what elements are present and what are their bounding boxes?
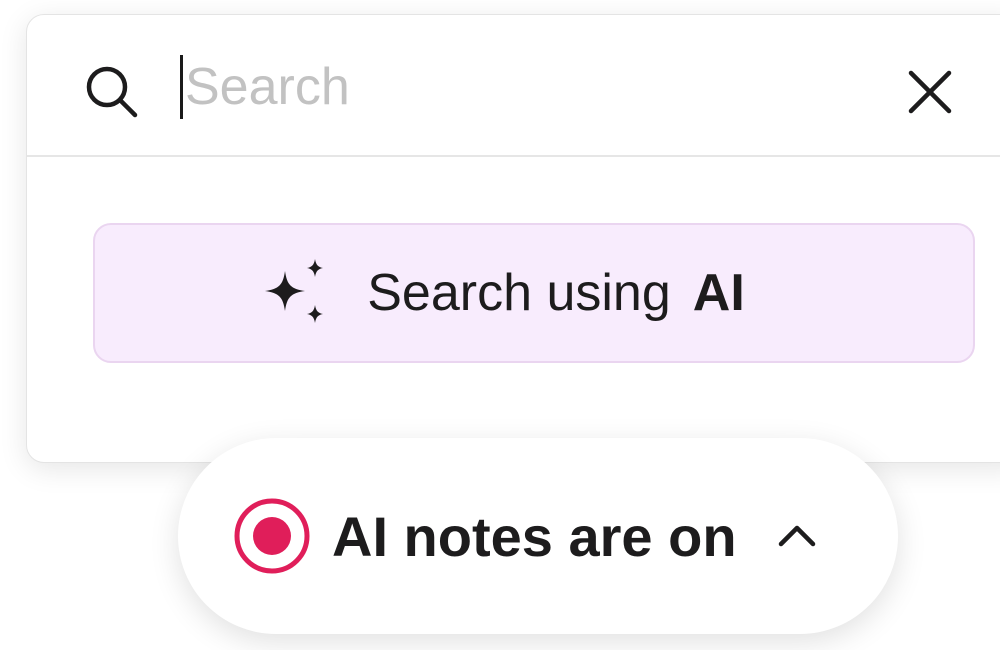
sparkle-icon	[265, 259, 324, 323]
ai-notes-toggle[interactable]: AI notes are on	[178, 438, 898, 634]
search-icon	[86, 66, 138, 118]
close-icon	[908, 70, 952, 114]
search-panel: Search using AI	[26, 14, 1000, 463]
search-using-ai-label: Search using	[367, 264, 671, 322]
search-input[interactable]	[185, 55, 745, 119]
text-caret	[180, 55, 183, 119]
search-bar	[27, 15, 1000, 157]
record-icon	[234, 498, 310, 574]
search-using-ai-label-strong: AI	[692, 264, 745, 322]
close-button[interactable]	[897, 59, 963, 125]
chevron-up-icon[interactable]	[775, 514, 819, 558]
search-using-ai-button[interactable]: Search using AI	[93, 223, 975, 363]
ai-notes-label: AI notes are on	[332, 504, 737, 568]
